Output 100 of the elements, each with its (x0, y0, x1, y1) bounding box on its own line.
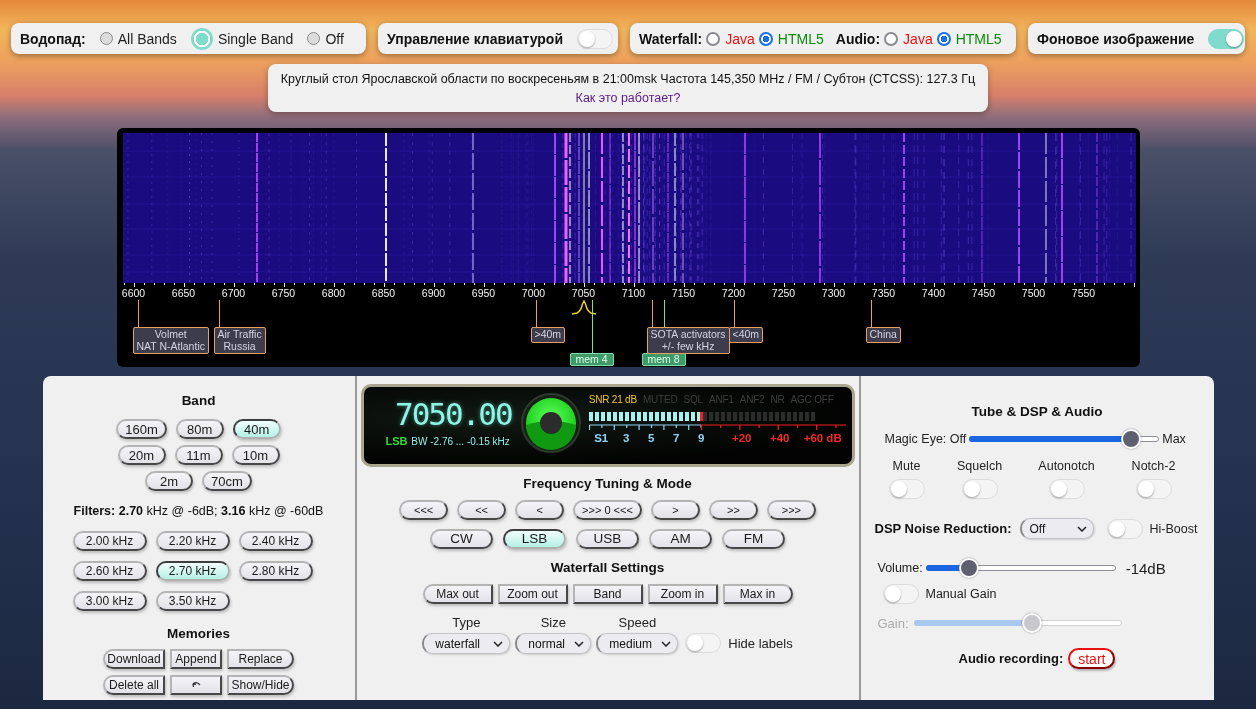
band-marker[interactable]: China (865, 327, 901, 343)
band-marker[interactable]: Air Traffic Russia (213, 327, 266, 354)
wavelength-button[interactable]: 11m (174, 445, 223, 465)
slider-label: Volume: (877, 561, 923, 575)
toggle-switch[interactable] (882, 584, 919, 604)
passband-marker[interactable] (571, 300, 596, 315)
magic-eye-slider[interactable] (969, 429, 1160, 449)
radio-button[interactable] (190, 27, 213, 50)
panel-label: Управление клавиатурой (387, 30, 563, 47)
memory-button[interactable]: Replace (227, 649, 294, 669)
radio-button[interactable] (936, 31, 951, 46)
filter-button[interactable]: 2.80 kHz (238, 561, 313, 581)
toggle-switch[interactable] (1048, 479, 1085, 499)
filter-button[interactable]: 2.40 kHz (238, 531, 313, 551)
radio-button[interactable] (99, 32, 113, 45)
radio-button[interactable] (307, 32, 321, 45)
filter-button[interactable]: 2.70 kHz (155, 561, 230, 581)
radio-option[interactable]: Java (706, 30, 755, 47)
zoom-button[interactable]: Zoom in (647, 584, 718, 604)
filter-button[interactable]: 3.50 kHz (155, 591, 230, 611)
memory-button[interactable]: Delete all (103, 675, 165, 695)
radio-button[interactable] (758, 31, 773, 46)
toggle-switch[interactable] (888, 479, 925, 499)
section-title: Waterfall Settings (550, 560, 665, 576)
mode-button[interactable]: AM (649, 529, 712, 549)
radio-option[interactable]: HTML5 (758, 30, 824, 47)
radio-option[interactable]: Off (307, 30, 344, 47)
gain-slider[interactable] (913, 613, 1122, 633)
noise-reduction-select[interactable]: Off (1019, 518, 1094, 539)
hide-labels-toggle[interactable] (685, 633, 722, 653)
filter-button[interactable]: 3.00 kHz (72, 591, 147, 611)
toggle-switch[interactable] (961, 479, 998, 499)
panel-label: Audio: (835, 30, 881, 47)
s-meter-label: 3 (622, 432, 631, 444)
radio-button[interactable] (884, 31, 899, 46)
waterfall-drawing[interactable] (122, 133, 1136, 283)
tuning-step-button[interactable]: >>> (766, 500, 816, 520)
wavelength-button[interactable]: 70cm (202, 471, 252, 491)
wavelength-button[interactable]: 80m (175, 419, 224, 439)
band-marker[interactable]: SOTA activators +/- few kHz (646, 327, 730, 354)
radio-button[interactable] (706, 31, 721, 46)
tuning-step-button[interactable]: >>> 0 <<< (573, 500, 642, 520)
marker-line (651, 300, 653, 327)
s-meter-label: 5 (647, 432, 656, 444)
filter-button[interactable]: 2.20 kHz (155, 531, 230, 551)
scale-label: 7200 (721, 287, 746, 299)
zoom-button[interactable]: Band (572, 584, 643, 604)
toggle-switch[interactable] (1208, 28, 1245, 49)
slider-thumb[interactable] (959, 558, 980, 578)
frequency-readout: 7050.00 (394, 397, 512, 431)
mode-button[interactable]: USB (576, 529, 639, 549)
volume-slider[interactable] (925, 558, 1116, 578)
record-start-button[interactable]: start (1068, 648, 1116, 669)
undo-button[interactable] (170, 675, 222, 695)
tuning-step-button[interactable]: > (650, 500, 700, 520)
wavelength-button[interactable]: 160m (116, 419, 167, 439)
dropdown-select[interactable]: medium (596, 633, 679, 654)
radio-option[interactable]: Java (884, 30, 933, 47)
help-link[interactable]: Как это работает? (575, 90, 681, 105)
wavelength-button[interactable]: 20m (117, 445, 166, 465)
s-meter-label: S1 (593, 432, 610, 444)
tuning-step-button[interactable]: << (457, 500, 507, 520)
zoom-button[interactable]: Max in (722, 584, 793, 604)
status-indicator: ANF1 (708, 394, 734, 405)
section-title: Band (181, 393, 216, 409)
zoom-button[interactable]: Max out (422, 584, 493, 604)
memory-button[interactable]: Show/Hide (227, 675, 294, 695)
band-marker[interactable]: >40m (530, 327, 566, 343)
tuning-step-button[interactable]: < (515, 500, 565, 520)
switch-label: Mute (892, 459, 921, 473)
toggle-switch[interactable] (1106, 518, 1143, 539)
marker-line (218, 300, 220, 327)
band-marker[interactable]: <40m (728, 327, 764, 343)
mode-button[interactable]: LSB (503, 529, 566, 549)
radio-option[interactable]: Single Band (190, 27, 294, 50)
memory-button[interactable]: Append (170, 649, 222, 669)
band-marker[interactable]: Volmet NAT N-Atlantic (132, 327, 209, 354)
mode-button[interactable]: CW (430, 529, 493, 549)
filter-button[interactable]: 2.00 kHz (72, 531, 147, 551)
radio-option[interactable]: All Bands (99, 30, 177, 47)
select-label: Type (452, 615, 481, 630)
slider-thumb[interactable] (1120, 429, 1141, 449)
zoom-button[interactable]: Zoom out (497, 584, 568, 604)
toggle-switch[interactable] (1135, 479, 1172, 499)
memory-button[interactable]: Download (103, 649, 165, 669)
slider-label: Magic Eye: Off (884, 432, 967, 446)
scale-label: 7350 (871, 287, 896, 299)
wavelength-button[interactable]: 40m (232, 419, 281, 439)
filters-summary: Filters: 2.70 kHz @ -6dB; 3.16 kHz @ -60dB (73, 504, 324, 518)
dropdown-select[interactable]: normal (515, 633, 592, 654)
radio-option[interactable]: HTML5 (936, 30, 1002, 47)
filter-button[interactable]: 2.60 kHz (72, 561, 147, 581)
mode-button[interactable]: FM (722, 529, 785, 549)
toggle-switch[interactable] (577, 28, 613, 49)
tuning-step-button[interactable]: >> (708, 500, 758, 520)
dropdown-select[interactable]: waterfall (422, 633, 511, 654)
scale-label: 6950 (471, 287, 496, 299)
wavelength-button[interactable]: 2m (145, 471, 194, 491)
tuning-step-button[interactable]: <<< (399, 500, 449, 520)
wavelength-button[interactable]: 10m (231, 445, 280, 465)
